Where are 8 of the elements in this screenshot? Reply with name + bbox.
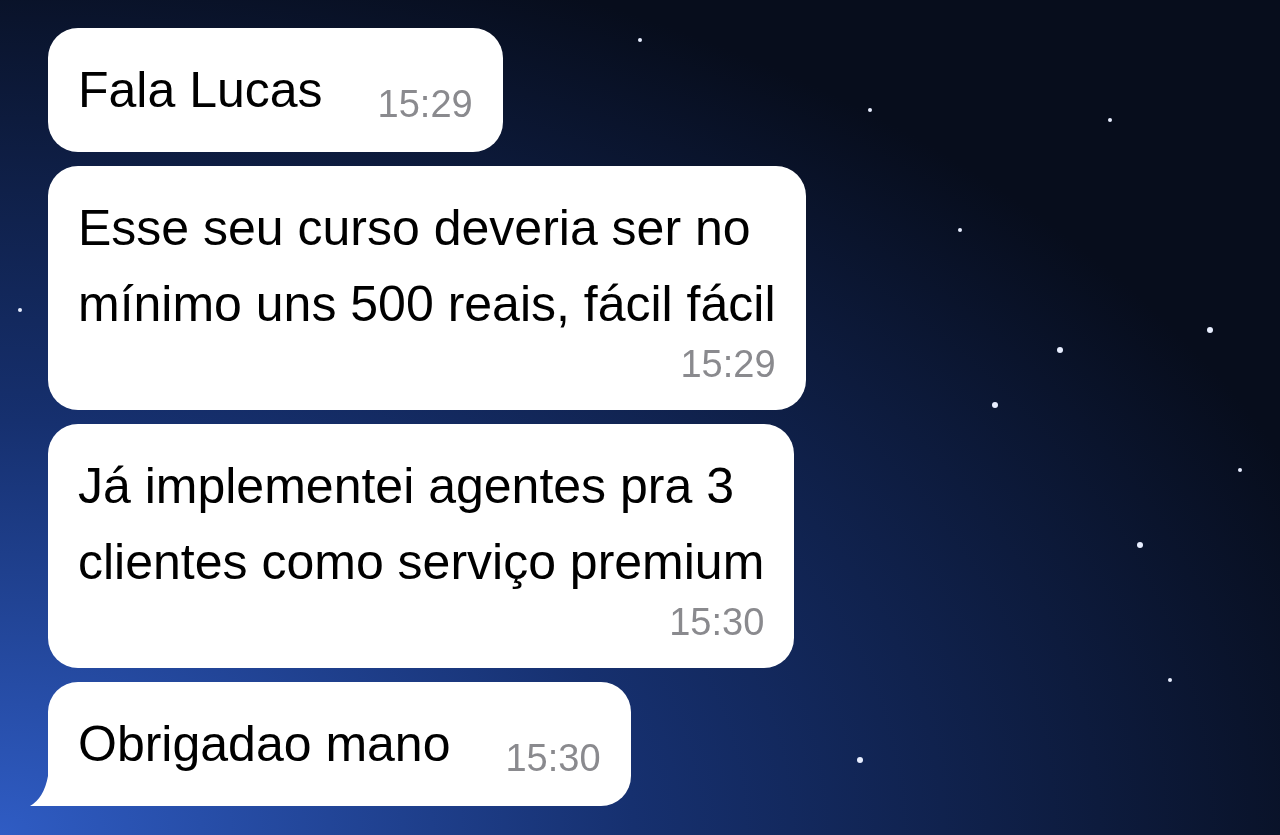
message-text: Obrigadao mano <box>78 715 451 774</box>
message-text: Já implementei agentes pra 3 clientes como serviço premium <box>78 457 765 592</box>
message-time: 15:30 <box>505 736 601 780</box>
message-text: Fala Lucas <box>78 61 323 120</box>
message-time: 15:29 <box>377 82 473 126</box>
message-time: 15:30 <box>669 600 765 644</box>
message-time: 15:29 <box>680 342 776 386</box>
message-text: Esse seu curso deveria ser no mínimo uns 500 reais, fácil fácil <box>78 199 776 334</box>
